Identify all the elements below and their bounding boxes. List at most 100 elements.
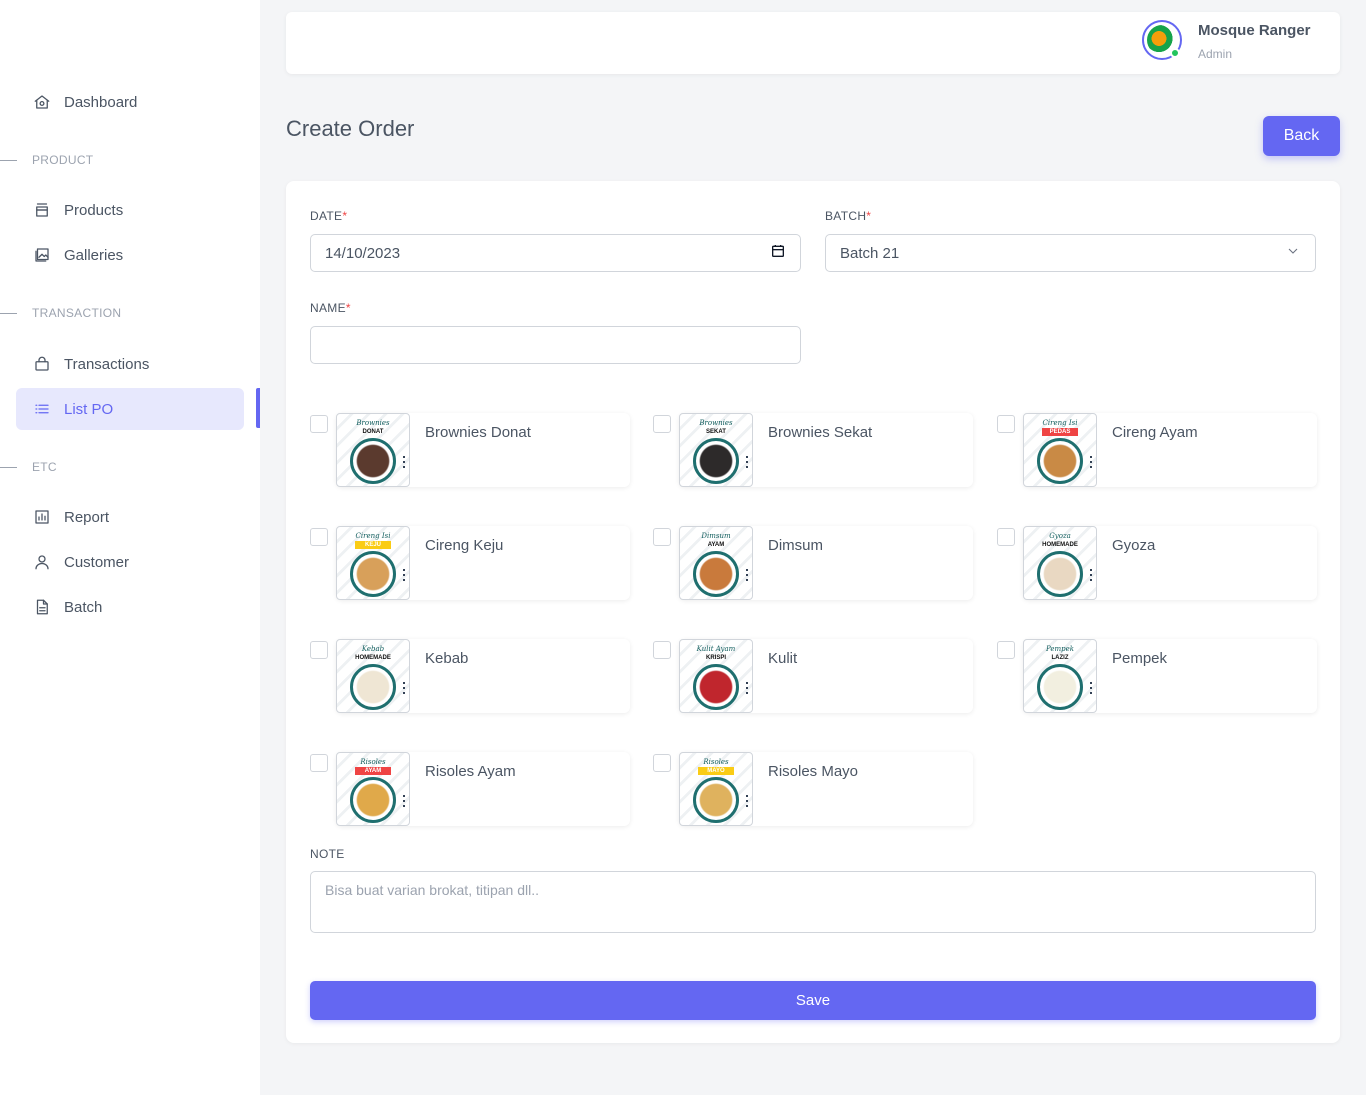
product-card[interactable]: Risoles MAYO Risoles Mayo xyxy=(679,752,973,826)
product-checkbox[interactable] xyxy=(310,415,328,433)
sidebar-item-batch[interactable]: Batch xyxy=(16,586,244,628)
product-card[interactable]: Brownies DONAT Brownies Donat xyxy=(336,413,630,487)
product-checkbox[interactable] xyxy=(653,415,671,433)
required-mark: * xyxy=(866,209,872,223)
date-label: DATE* xyxy=(310,209,347,223)
order-form-card: DATE* 14/10/2023 BATCH* Batch 21 NAME* B… xyxy=(286,181,1340,1043)
user-name[interactable]: Mosque Ranger xyxy=(1198,22,1311,39)
product-card[interactable]: Risoles AYAM Risoles Ayam xyxy=(336,752,630,826)
product-thumbnail: Kulit Ayam KRISPI xyxy=(679,639,753,713)
name-input[interactable] xyxy=(310,326,801,364)
product-checkbox[interactable] xyxy=(310,528,328,546)
batch-label: BATCH* xyxy=(825,209,871,223)
thumbnail-dots xyxy=(746,456,748,468)
food-plate-image xyxy=(1037,438,1083,484)
chart-icon xyxy=(32,507,52,527)
product-name: Risoles Mayo xyxy=(768,763,859,780)
thumbnail-dots xyxy=(1090,569,1092,581)
thumbnail-subtitle: PEDAS xyxy=(1042,428,1078,436)
product-checkbox[interactable] xyxy=(997,528,1015,546)
section-label: TRANSACTION xyxy=(32,306,122,320)
product-card[interactable]: Cireng Isi KEJU Cireng Keju xyxy=(336,526,630,600)
product-thumbnail: Dimsum AYAM xyxy=(679,526,753,600)
product-name: Cireng Keju xyxy=(425,537,504,554)
batch-select[interactable]: Batch 21 xyxy=(825,234,1316,272)
sidebar-item-customer[interactable]: Customer xyxy=(16,541,244,583)
batch-label-text: BATCH xyxy=(825,209,867,223)
product-checkbox[interactable] xyxy=(653,754,671,772)
active-indicator xyxy=(256,388,260,428)
home-icon xyxy=(32,92,52,112)
section-divider xyxy=(0,466,17,468)
thumbnail-subtitle: KEJU xyxy=(355,541,391,549)
thumbnail-dots xyxy=(1090,456,1092,468)
page-title: Create Order xyxy=(286,116,415,141)
product-checkbox[interactable] xyxy=(310,754,328,772)
sidebar-item-transactions[interactable]: Transactions xyxy=(16,343,244,385)
product-checkbox[interactable] xyxy=(653,641,671,659)
sidebar-item-label: Customer xyxy=(64,553,130,571)
online-status-dot xyxy=(1170,48,1180,58)
product-checkbox[interactable] xyxy=(997,641,1015,659)
product-name: Cireng Ayam xyxy=(1112,424,1198,441)
required-mark: * xyxy=(345,301,351,315)
sidebar-item-products[interactable]: Products xyxy=(16,189,244,231)
section-label: ETC xyxy=(32,460,57,474)
date-input[interactable]: 14/10/2023 xyxy=(310,234,801,272)
sidebar-item-dashboard[interactable]: Dashboard xyxy=(16,81,244,123)
thumbnail-title: Risoles xyxy=(703,758,729,766)
sidebar-item-label: Products xyxy=(64,201,124,219)
back-button[interactable]: Back xyxy=(1263,116,1340,156)
calendar-icon[interactable] xyxy=(770,243,786,263)
batch-value: Batch 21 xyxy=(840,244,900,262)
sidebar-item-list-po[interactable]: List PO xyxy=(16,388,244,430)
product-thumbnail: Cireng Isi KEJU xyxy=(336,526,410,600)
product-name: Dimsum xyxy=(768,537,823,554)
thumbnail-dots xyxy=(746,569,748,581)
section-header-etc: ETC xyxy=(0,459,260,475)
section-label: PRODUCT xyxy=(32,153,94,167)
save-button[interactable]: Save xyxy=(310,981,1316,1020)
product-name: Brownies Donat xyxy=(425,424,531,441)
section-header-transaction: TRANSACTION xyxy=(0,305,260,321)
sidebar-item-report[interactable]: Report xyxy=(16,496,244,538)
food-plate-image xyxy=(693,777,739,823)
product-card[interactable]: Cireng Isi PEDAS Cireng Ayam xyxy=(1023,413,1317,487)
food-plate-image xyxy=(693,551,739,597)
sidebar: Dashboard PRODUCT Products Galleries TRA… xyxy=(0,0,260,1095)
product-card[interactable]: Kebab HOMEMADE Kebab xyxy=(336,639,630,713)
thumbnail-title: Gyoza xyxy=(1049,532,1071,540)
thumbnail-title: Pempek xyxy=(1045,645,1075,653)
product-thumbnail: Risoles AYAM xyxy=(336,752,410,826)
file-icon xyxy=(32,597,52,617)
product-checkbox[interactable] xyxy=(997,415,1015,433)
product-card[interactable]: Kulit Ayam KRISPI Kulit xyxy=(679,639,973,713)
product-checkbox[interactable] xyxy=(653,528,671,546)
product-thumbnail: Pempek LAZIZ xyxy=(1023,639,1097,713)
product-card[interactable]: Brownies SEKAT Brownies Sekat xyxy=(679,413,973,487)
product-name: Gyoza xyxy=(1112,537,1156,554)
top-bar: Mosque Ranger Admin xyxy=(286,12,1340,74)
sidebar-item-label: Report xyxy=(64,508,110,526)
thumbnail-subtitle: DONAT xyxy=(362,429,384,435)
product-checkbox[interactable] xyxy=(310,641,328,659)
product-name: Kebab xyxy=(425,650,469,667)
section-divider xyxy=(0,159,17,161)
thumbnail-subtitle: AYAM xyxy=(355,767,391,775)
note-textarea[interactable] xyxy=(310,871,1316,933)
note-label: NOTE xyxy=(310,847,345,861)
product-card[interactable]: Dimsum AYAM Dimsum xyxy=(679,526,973,600)
sidebar-item-galleries[interactable]: Galleries xyxy=(16,234,244,276)
thumbnail-dots xyxy=(403,795,405,807)
product-thumbnail: Kebab HOMEMADE xyxy=(336,639,410,713)
product-name: Kulit xyxy=(768,650,798,667)
thumbnail-subtitle: HOMEMADE xyxy=(1042,542,1078,548)
thumbnail-title: Brownies xyxy=(356,419,390,427)
product-card[interactable]: Gyoza HOMEMADE Gyoza xyxy=(1023,526,1317,600)
thumbnail-subtitle: MAYO xyxy=(698,767,734,775)
thumbnail-dots xyxy=(403,456,405,468)
product-card[interactable]: Pempek LAZIZ Pempek xyxy=(1023,639,1317,713)
thumbnail-dots xyxy=(403,682,405,694)
sidebar-item-label: List PO xyxy=(64,400,114,418)
list-icon xyxy=(32,399,52,419)
